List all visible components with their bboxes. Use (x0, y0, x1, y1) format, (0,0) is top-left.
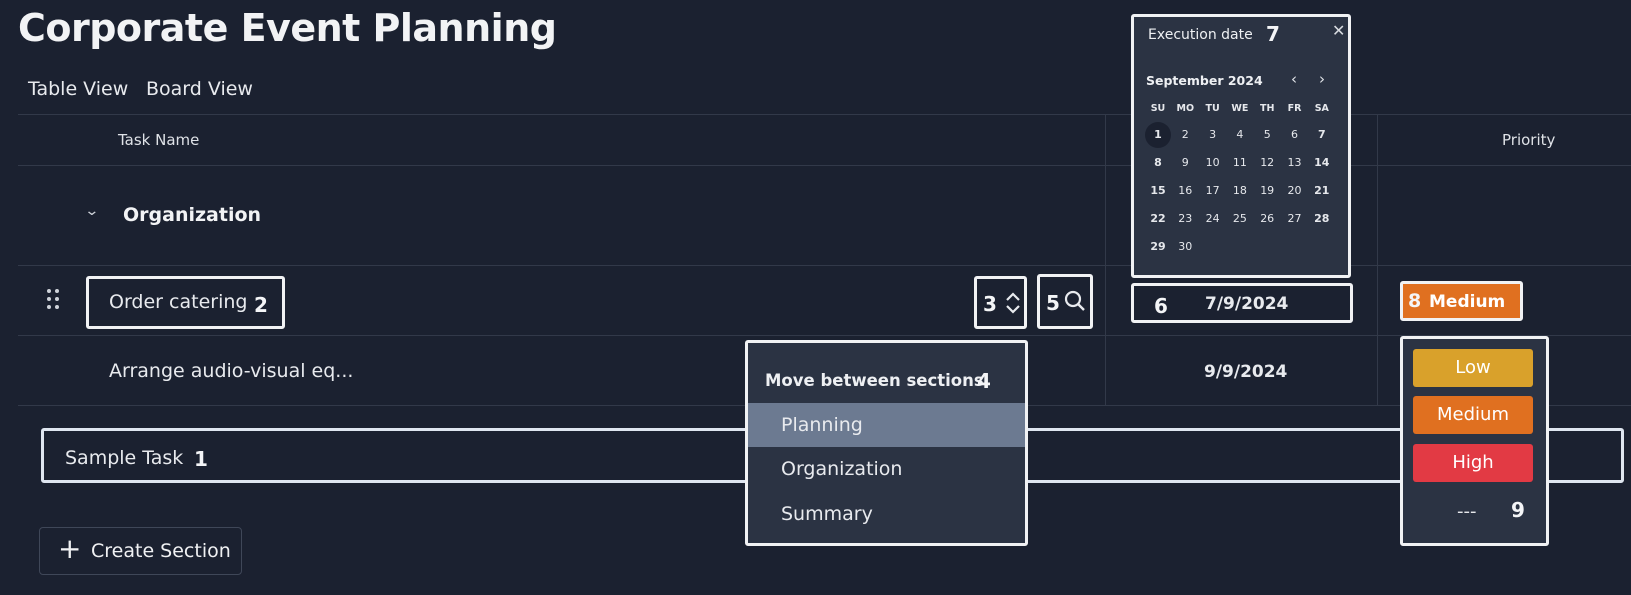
task-date: 7/9/2024 (1205, 294, 1289, 314)
search-button[interactable]: 5 (1037, 274, 1093, 329)
column-header-task-name[interactable]: Task Name (118, 131, 199, 149)
divider (18, 265, 1631, 266)
new-task-input-value: Sample Task (65, 447, 184, 469)
priority-option-medium[interactable]: Medium (1413, 396, 1533, 434)
priority-label: Medium (1429, 292, 1506, 312)
calendar-day[interactable]: 5 (1254, 122, 1280, 148)
weekday-label: SA (1314, 103, 1329, 114)
create-section-label: Create Section (91, 540, 231, 562)
annotation-label: 3 (983, 292, 997, 316)
move-section-menu[interactable]: Move between sections 4 Planning Organiz… (745, 340, 1028, 546)
menu-item-planning[interactable]: Planning (748, 403, 1025, 447)
priority-dropdown[interactable]: Low Medium High --- 9 (1400, 336, 1549, 546)
tab-board-view[interactable]: Board View (146, 78, 253, 100)
calendar-day[interactable]: 11 (1227, 150, 1253, 176)
calendar-day[interactable]: 28 (1309, 206, 1335, 232)
page-title: Corporate Event Planning (18, 6, 557, 50)
calendar-day[interactable]: 27 (1282, 206, 1308, 232)
move-menu-title: Move between sections (765, 371, 984, 390)
close-icon[interactable]: ✕ (1332, 21, 1345, 40)
weekday-label: TH (1259, 103, 1275, 114)
calendar-day[interactable]: 24 (1200, 206, 1226, 232)
section-title: Organization (123, 204, 262, 226)
annotation-label: 1 (194, 447, 208, 471)
divider (18, 114, 1631, 115)
calendar-day[interactable]: 30 (1172, 234, 1198, 260)
calendar-day[interactable]: 26 (1254, 206, 1280, 232)
priority-badge[interactable]: 8 Medium (1400, 281, 1523, 321)
divider (18, 165, 1631, 166)
weekday-label: FR (1287, 103, 1302, 114)
chevron-right-icon[interactable]: › (1319, 70, 1325, 88)
calendar-day[interactable]: 2 (1172, 122, 1198, 148)
menu-item-organization[interactable]: Organization (748, 447, 1025, 491)
sort-arrows-icon (1006, 292, 1020, 314)
calendar-day[interactable]: 1 (1145, 122, 1171, 148)
weekday-label: WE (1231, 103, 1249, 114)
date-picker-popover[interactable]: Execution date 7 ✕ September 2024 ‹ › SU… (1131, 14, 1351, 278)
annotation-label: 5 (1046, 291, 1060, 315)
calendar-day[interactable]: 23 (1172, 206, 1198, 232)
weekday-label: SU (1150, 103, 1166, 114)
calendar-day[interactable]: 22 (1145, 206, 1171, 232)
column-divider (1105, 115, 1106, 405)
divider (18, 335, 1631, 336)
calendar-day[interactable]: 13 (1282, 150, 1308, 176)
weekday-label: TU (1205, 103, 1220, 114)
task-name-cell[interactable]: Order catering 2 (86, 276, 285, 329)
reorder-button[interactable]: 3 (974, 276, 1027, 329)
plus-icon: + (58, 532, 82, 565)
annotation-label: 6 (1154, 294, 1168, 318)
task-date[interactable]: 9/9/2024 (1204, 362, 1287, 382)
priority-option-low[interactable]: Low (1413, 349, 1533, 387)
calendar-day[interactable]: 10 (1200, 150, 1226, 176)
calendar-day[interactable]: 20 (1282, 178, 1308, 204)
menu-item-summary[interactable]: Summary (748, 492, 1025, 536)
column-divider (1377, 115, 1378, 405)
calendar-day[interactable]: 21 (1309, 178, 1335, 204)
calendar-day[interactable]: 14 (1309, 150, 1335, 176)
calendar-day[interactable]: 16 (1172, 178, 1198, 204)
calendar-day[interactable]: 15 (1145, 178, 1171, 204)
date-picker-title: Execution date (1148, 27, 1253, 43)
create-section-button[interactable]: + Create Section (39, 527, 242, 575)
calendar-day[interactable]: 19 (1254, 178, 1280, 204)
annotation-label: 7 (1266, 22, 1280, 46)
chevron-left-icon[interactable]: ‹ (1291, 70, 1297, 88)
annotation-label: 4 (977, 369, 991, 393)
calendar-day[interactable]: 29 (1145, 234, 1171, 260)
annotation-label: 2 (254, 293, 268, 317)
weekday-label: MO (1176, 103, 1195, 114)
annotation-label: 8 (1408, 290, 1422, 312)
calendar-day[interactable]: 7 (1309, 122, 1335, 148)
execution-date-cell[interactable]: 6 7/9/2024 (1131, 283, 1353, 323)
calendar-day[interactable]: 4 (1227, 122, 1253, 148)
annotation-label: 9 (1511, 498, 1525, 522)
column-header-priority[interactable]: Priority (1502, 131, 1555, 149)
calendar-month: September 2024 (1146, 73, 1263, 88)
calendar-day[interactable]: 12 (1254, 150, 1280, 176)
task-name[interactable]: Arrange audio-visual eq... (109, 360, 353, 382)
calendar-day[interactable]: 17 (1200, 178, 1226, 204)
tab-table-view[interactable]: Table View (28, 78, 128, 100)
priority-option-high[interactable]: High (1413, 444, 1533, 482)
calendar-day[interactable]: 6 (1282, 122, 1308, 148)
priority-option-none[interactable]: --- (1457, 501, 1477, 522)
calendar-day[interactable]: 9 (1172, 150, 1198, 176)
search-icon (1064, 290, 1085, 311)
calendar-day[interactable]: 3 (1200, 122, 1226, 148)
task-name: Order catering (109, 291, 248, 313)
calendar-day[interactable]: 18 (1227, 178, 1253, 204)
chevron-down-icon[interactable]: ⌄ (84, 203, 99, 219)
calendar-day[interactable]: 8 (1145, 150, 1171, 176)
calendar-day[interactable]: 25 (1227, 206, 1253, 232)
drag-handle-icon[interactable] (47, 289, 59, 311)
